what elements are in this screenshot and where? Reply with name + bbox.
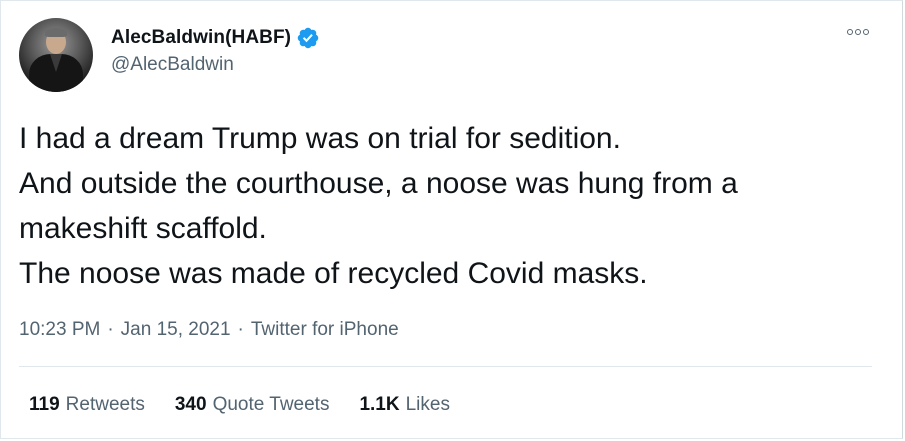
- divider: [19, 366, 872, 367]
- likes-stat[interactable]: 1.1K Likes: [359, 394, 450, 416]
- more-dot: [863, 29, 869, 35]
- display-name-row: AlecBaldwin(HABF): [111, 26, 320, 50]
- likes-count: 1.1K: [359, 394, 400, 415]
- verified-badge-icon: [297, 27, 319, 49]
- meta-separator: ·: [237, 319, 244, 340]
- tweet-line: And outside the courthouse, a noose was …: [19, 167, 738, 200]
- quote-tweets-stat[interactable]: 340 Quote Tweets: [175, 394, 330, 416]
- author-display-name[interactable]: AlecBaldwin(HABF): [111, 27, 291, 49]
- retweets-stat[interactable]: 119 Retweets: [29, 394, 145, 416]
- more-options-icon[interactable]: [847, 29, 869, 35]
- tweet-line: makeshift scaffold.: [19, 212, 267, 245]
- avatar[interactable]: [19, 18, 93, 92]
- more-dot: [855, 29, 861, 35]
- likes-label: Likes: [405, 394, 450, 415]
- tweet-meta: 10:23 PM · Jan 15, 2021 · Twitter for iP…: [19, 319, 399, 341]
- tweet-date[interactable]: Jan 15, 2021: [121, 319, 231, 341]
- avatar-hair-shape: [45, 28, 67, 37]
- retweets-count: 119: [29, 394, 60, 415]
- more-dot: [847, 29, 853, 35]
- tweet-stats: 119 Retweets 340 Quote Tweets 1.1K Likes: [29, 394, 480, 416]
- quote-tweets-label: Quote Tweets: [212, 394, 330, 415]
- tweet-text: I had a dream Trump was on trial for sed…: [19, 116, 879, 296]
- author-handle[interactable]: @AlecBaldwin: [111, 54, 320, 76]
- tweet-line: I had a dream Trump was on trial for sed…: [19, 122, 621, 155]
- retweets-label: Retweets: [65, 394, 145, 415]
- tweet-card: AlecBaldwin(HABF) @AlecBaldwin I had a d…: [0, 0, 903, 439]
- tweet-time[interactable]: 10:23 PM: [19, 319, 100, 341]
- quote-tweets-count: 340: [174, 394, 207, 415]
- author-block: AlecBaldwin(HABF) @AlecBaldwin: [111, 26, 320, 76]
- tweet-line: The noose was made of recycled Covid mas…: [19, 257, 648, 290]
- meta-separator: ·: [107, 319, 114, 340]
- tweet-source[interactable]: Twitter for iPhone: [251, 319, 399, 341]
